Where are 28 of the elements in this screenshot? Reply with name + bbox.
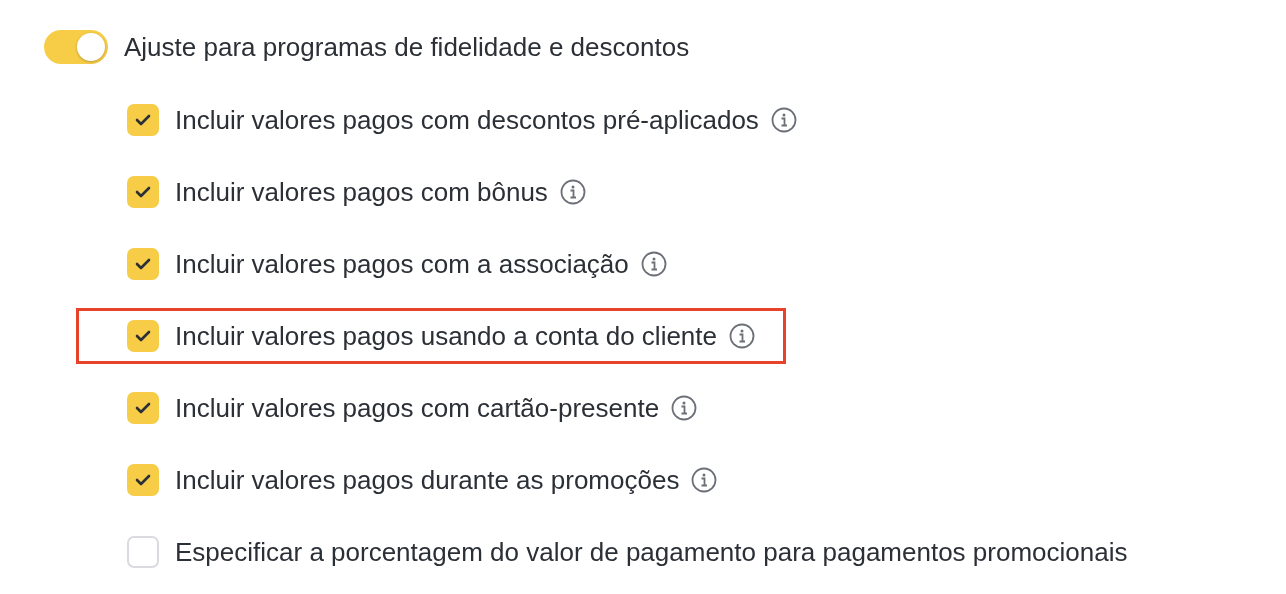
- check-icon: [135, 402, 151, 414]
- option-label: Especificar a porcentagem do valor de pagamento para pagamentos promocionais: [175, 536, 1128, 568]
- option-label: Incluir valores pagos durante as promoções: [175, 464, 680, 496]
- checkbox[interactable]: [127, 392, 159, 424]
- option-label: Incluir valores pagos com bônus: [175, 176, 548, 208]
- info-icon[interactable]: [640, 251, 667, 277]
- checkbox[interactable]: [127, 320, 159, 352]
- check-icon: [135, 186, 151, 198]
- option-label: Incluir valores pagos com a associação: [175, 248, 629, 280]
- info-icon[interactable]: [729, 323, 755, 349]
- checkbox[interactable]: [127, 536, 159, 568]
- checkbox[interactable]: [127, 176, 159, 208]
- checkbox[interactable]: [127, 464, 159, 496]
- option-label: Incluir valores pagos com cartão-presente: [175, 392, 660, 424]
- info-icon[interactable]: [691, 467, 718, 493]
- check-icon: [135, 114, 151, 126]
- option-label: Incluir valores pagos usando a conta do cliente: [175, 320, 717, 352]
- check-icon: [135, 474, 151, 486]
- info-icon[interactable]: [671, 395, 698, 421]
- info-icon[interactable]: [559, 179, 586, 205]
- check-icon: [135, 258, 151, 270]
- toggle-switch[interactable]: [44, 30, 108, 64]
- checkbox[interactable]: [127, 248, 159, 280]
- checkbox[interactable]: [127, 104, 159, 136]
- info-icon[interactable]: [770, 107, 797, 133]
- option-label: Incluir valores pagos com descontos pré-aplicados: [175, 104, 759, 136]
- toggle-label: Ajuste para programas de fidelidade e descontos: [124, 31, 690, 63]
- check-icon: [135, 330, 151, 342]
